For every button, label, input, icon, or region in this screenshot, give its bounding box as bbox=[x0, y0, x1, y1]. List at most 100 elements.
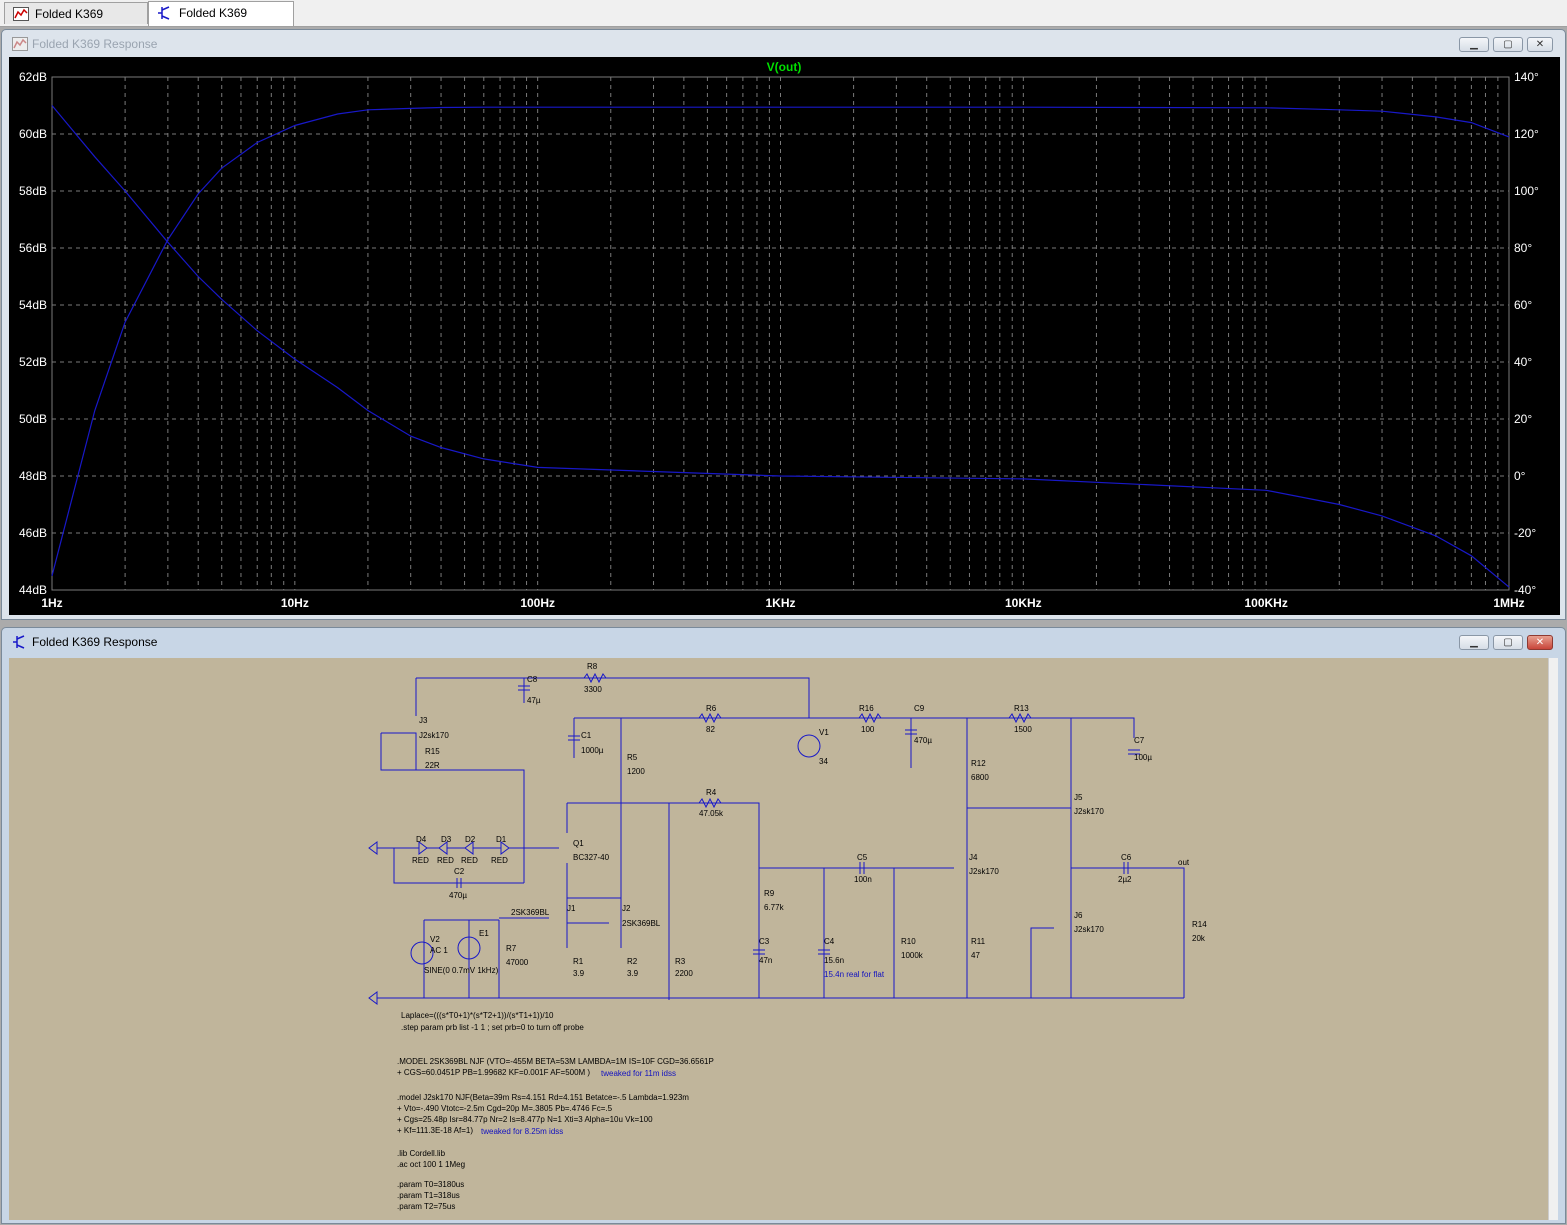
label-r5: R5 bbox=[627, 753, 638, 762]
maximize-button[interactable]: ▢ bbox=[1493, 37, 1523, 52]
x-tick-label: 10KHz bbox=[1005, 596, 1042, 610]
trace-label[interactable]: V(out) bbox=[767, 60, 802, 74]
label-r11: R11 bbox=[971, 937, 986, 946]
y-right-tick-label: 80° bbox=[1514, 241, 1532, 255]
minimize-button[interactable]: ▁ bbox=[1459, 37, 1489, 52]
schematic-drawing[interactable]: C8 47µ R8 3300 J3 J2sk170 R15 22R C1 100… bbox=[9, 658, 1558, 1220]
value-r9: 6.77k bbox=[764, 903, 785, 912]
component-labels: C8 47µ R8 3300 J3 J2sk170 R15 22R C1 100… bbox=[412, 662, 1207, 979]
schematic-window[interactable]: Folded K369 Response ▁ ▢ ✕ C8 47µ R8 330… bbox=[1, 627, 1566, 1224]
spice-directive[interactable]: Laplace=(((s*T0+1)*(s*T2+1))/(s*T1+1))/1… bbox=[401, 1011, 554, 1020]
value-r12: 6800 bbox=[971, 773, 989, 782]
spice-directive[interactable]: .lib Cordell.lib bbox=[397, 1149, 445, 1158]
label-r14: R14 bbox=[1192, 920, 1207, 929]
value-c2: 470µ bbox=[449, 891, 467, 900]
value-r1: 3.9 bbox=[573, 969, 585, 978]
value-j5: J2sk170 bbox=[1074, 807, 1104, 816]
value-r5: 1200 bbox=[627, 767, 645, 776]
spice-directive[interactable]: + CGS=60.0451P PB=1.99682 KF=0.001F AF=5… bbox=[397, 1068, 590, 1077]
label-d2: D2 bbox=[465, 835, 476, 844]
plot-window-titlebar[interactable]: Folded K369 Response ▁ ▢ ✕ bbox=[2, 30, 1565, 58]
label-e1: E1 bbox=[479, 929, 489, 938]
label-c3: C3 bbox=[759, 937, 770, 946]
value-d1: RED bbox=[491, 856, 508, 865]
value-r13: 1500 bbox=[1014, 725, 1032, 734]
schematic-window-titlebar[interactable]: Folded K369 Response ▁ ▢ ✕ bbox=[2, 628, 1565, 656]
value-d4: RED bbox=[412, 856, 429, 865]
maximize-button[interactable]: ▢ bbox=[1493, 635, 1523, 650]
plot-canvas[interactable]: V(out) 62dB 60dB 58dB 56dB 54dB 52dB 50dB 48dB 4… bbox=[9, 57, 1560, 615]
value-r11: 47 bbox=[971, 951, 980, 960]
value-c8: 47µ bbox=[527, 696, 541, 705]
spice-directive[interactable]: .MODEL 2SK369BL NJF (VTO=-455M BETA=53M … bbox=[397, 1057, 714, 1066]
y-left-tick-label: 62dB bbox=[19, 70, 47, 84]
value-q1: BC327-40 bbox=[573, 853, 610, 862]
spice-directive[interactable]: + Kf=111.3E-18 Af=1) bbox=[397, 1126, 473, 1135]
y-right-tick-label: 40° bbox=[1514, 355, 1532, 369]
value-r14: 20k bbox=[1192, 934, 1206, 943]
label-c1: C1 bbox=[581, 731, 592, 740]
label-c6: C6 bbox=[1121, 853, 1132, 862]
value-j2: 2SK369BL bbox=[622, 919, 661, 928]
label-c4: C4 bbox=[824, 937, 835, 946]
wires bbox=[369, 677, 1185, 1000]
label-r8: R8 bbox=[587, 662, 598, 671]
label-d3: D3 bbox=[441, 835, 452, 844]
spice-directive[interactable]: + Cgs=25.48p Isr=84.77p Nr=2 Is=8.477p N… bbox=[397, 1115, 653, 1124]
spice-directive[interactable]: .param T2=75us bbox=[397, 1202, 455, 1211]
value-j3: J2sk170 bbox=[419, 731, 449, 740]
value-r16: 100 bbox=[861, 725, 875, 734]
bode-plot[interactable]: V(out) 62dB 60dB 58dB 56dB 54dB 52dB 50dB 48dB 4… bbox=[9, 57, 1560, 615]
label-c7: C7 bbox=[1134, 736, 1145, 745]
x-tick-label: 1MHz bbox=[1493, 596, 1524, 610]
label-r7: R7 bbox=[506, 944, 517, 953]
label-d4: D4 bbox=[416, 835, 427, 844]
y-right-tick-label: 120° bbox=[1514, 127, 1539, 141]
plot-window[interactable]: Folded K369 Response ▁ ▢ ✕ V(out) 62dB 60… bbox=[1, 29, 1566, 620]
label-j2: J2 bbox=[622, 904, 631, 913]
close-button[interactable]: ✕ bbox=[1527, 635, 1553, 650]
label-r9: R9 bbox=[764, 889, 775, 898]
plot-window-title: Folded K369 Response bbox=[32, 37, 158, 51]
value-r8: 3300 bbox=[584, 685, 602, 694]
value-r10: 1000k bbox=[901, 951, 924, 960]
spice-directive[interactable]: .model J2sk170 NJF(Beta=39m Rs=4.151 Rd=… bbox=[397, 1093, 689, 1102]
label-j4: J4 bbox=[969, 853, 978, 862]
tab-schematic[interactable]: Folded K369 Response bbox=[148, 1, 294, 42]
waveform-icon bbox=[12, 37, 28, 51]
label-c2: C2 bbox=[454, 867, 465, 876]
y-left-tick-label: 54dB bbox=[19, 298, 47, 312]
value-r3: 2200 bbox=[675, 969, 693, 978]
note-c4: 15.4n real for flat bbox=[824, 970, 885, 979]
vertical-scrollbar[interactable] bbox=[1548, 658, 1558, 1220]
minimize-button[interactable]: ▁ bbox=[1459, 635, 1489, 650]
axis-ticks: 62dB 60dB 58dB 56dB 54dB 52dB 50dB 48dB 46dB 44dB… bbox=[19, 70, 1539, 610]
value-c4: 15.6n bbox=[824, 956, 844, 965]
spice-directive[interactable]: .ac oct 100 1 1Meg bbox=[397, 1160, 465, 1169]
tab-bar: Folded K369 Response Folded K369 Respons… bbox=[0, 0, 1567, 43]
x-tick-label: 100KHz bbox=[1244, 596, 1287, 610]
tab-waveform[interactable]: Folded K369 Response bbox=[4, 2, 148, 43]
spice-directive[interactable]: .step param prb list -1 1 ; set prb=0 to… bbox=[401, 1023, 584, 1032]
label-r16: R16 bbox=[859, 704, 874, 713]
spice-comment[interactable]: tweaked for 11m idss bbox=[601, 1069, 676, 1078]
label-r6: R6 bbox=[706, 704, 717, 713]
value-v1: 34 bbox=[819, 757, 828, 766]
spice-directive[interactable]: .param T0=3180us bbox=[397, 1180, 464, 1189]
y-left-tick-label: 60dB bbox=[19, 127, 47, 141]
spice-directive[interactable]: .param T1=318us bbox=[397, 1191, 460, 1200]
label-r15: R15 bbox=[425, 747, 440, 756]
label-j3: J3 bbox=[419, 716, 428, 725]
schematic-canvas[interactable]: C8 47µ R8 3300 J3 J2sk170 R15 22R C1 100… bbox=[9, 658, 1558, 1220]
y-left-tick-label: 52dB bbox=[19, 355, 47, 369]
spice-directive[interactable]: + Vto=-.490 Vtotc=-2.5m Cgd=20p M=.3805 … bbox=[397, 1104, 612, 1113]
label-r4: R4 bbox=[706, 788, 717, 797]
spice-comment[interactable]: tweaked for 8.25m idss bbox=[481, 1127, 563, 1136]
label-j1: J1 bbox=[567, 904, 576, 913]
value-j1: 2SK369BL bbox=[511, 908, 550, 917]
close-button[interactable]: ✕ bbox=[1527, 37, 1553, 52]
phase-trace[interactable] bbox=[51, 105, 1510, 588]
label-r1: R1 bbox=[573, 957, 584, 966]
label-j6: J6 bbox=[1074, 911, 1083, 920]
value-r2: 3.9 bbox=[627, 969, 639, 978]
